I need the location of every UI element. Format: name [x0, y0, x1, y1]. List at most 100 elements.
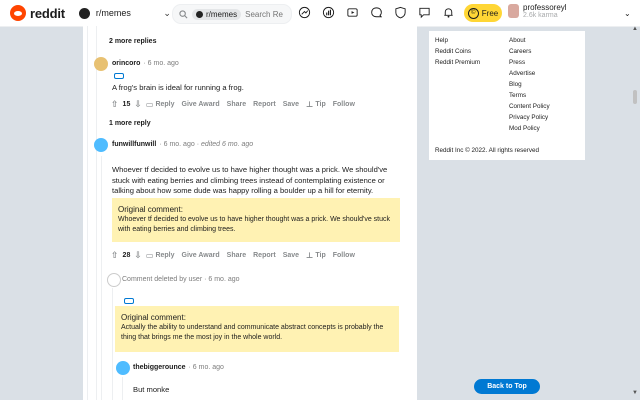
downvote-icon[interactable]: ⇩ — [134, 99, 142, 110]
video-icon[interactable] — [346, 6, 359, 19]
comment-action-bar: ⇧ 15 ⇩ ▭ Reply Give Award Share Report Sa… — [111, 99, 362, 110]
community-chip-avatar-icon — [196, 10, 203, 18]
tip-icon: ⊥ — [306, 251, 314, 260]
avatar — [107, 273, 121, 287]
thread-line[interactable] — [122, 377, 123, 400]
comment-timestamp[interactable]: 6 mo. ago — [164, 141, 195, 148]
more-replies-link[interactable]: 2 more replies — [109, 38, 156, 45]
comment-body: But monke — [133, 385, 170, 394]
footer-link-advertise[interactable]: Advertise — [509, 70, 535, 77]
coin-icon: © — [467, 7, 479, 19]
search-input[interactable] — [245, 9, 286, 19]
footer-link-about[interactable]: About — [509, 37, 525, 44]
save-button[interactable]: Save — [283, 101, 299, 108]
vote-count: 28 — [122, 252, 131, 259]
upvote-icon[interactable]: ⇧ — [111, 250, 119, 261]
message-icon[interactable] — [418, 6, 431, 19]
karma-count: 2.6k karma — [523, 12, 558, 19]
deleted-comment-label: Comment deleted by user — [122, 276, 203, 283]
footer-link-mod-policy[interactable]: Mod Policy — [509, 125, 540, 132]
more-replies-link[interactable]: 1 more reply — [109, 120, 151, 127]
award-badge-icon — [124, 298, 134, 304]
save-button[interactable]: Save — [283, 252, 299, 259]
downvote-icon[interactable]: ⇩ — [134, 250, 142, 261]
quote-text: Actually the ability to understand and c… — [121, 324, 384, 341]
comment-author[interactable]: orincoro — [112, 60, 140, 67]
comment-timestamp[interactable]: 6 mo. ago — [208, 276, 239, 283]
free-coins-button[interactable]: © Free — [464, 4, 502, 22]
user-avatar — [508, 4, 519, 18]
report-button[interactable]: Report — [253, 101, 276, 108]
footer-link-blog[interactable]: Blog — [509, 81, 522, 88]
community-avatar-icon — [78, 7, 90, 19]
reply-icon: ▭ — [145, 251, 154, 260]
comment-header: funwillfunwill · 6 mo. ago · edited 6 mo… — [112, 141, 254, 148]
footer-link-careers[interactable]: Careers — [509, 48, 531, 55]
user-menu-chevron-down-icon[interactable]: ⌄ — [624, 9, 631, 18]
search-community-chip[interactable]: r/memes — [192, 8, 242, 20]
reply-button[interactable]: ▭ Reply — [146, 100, 175, 109]
footer-link-reddit-coins[interactable]: Reddit Coins — [435, 48, 471, 55]
avatar[interactable] — [94, 138, 108, 152]
comment-body: A frog's brain is ideal for running a fr… — [112, 83, 244, 92]
all-icon[interactable] — [322, 6, 335, 19]
username: professoreyl — [523, 3, 567, 12]
report-button[interactable]: Report — [253, 252, 276, 259]
comment-body: Whoever tf decided to evolve us to have … — [112, 165, 388, 195]
footer-link-help[interactable]: Help — [435, 37, 448, 44]
chat-icon[interactable] — [370, 6, 383, 19]
back-to-top-button[interactable]: Back to Top — [474, 379, 540, 394]
user-menu[interactable]: professoreyl 2.6k karma — [508, 3, 567, 19]
chevron-down-icon: ⌄ — [163, 7, 171, 18]
comment-header: thebiggerounce · 6 mo. ago — [133, 364, 224, 371]
comment-timestamp[interactable]: 6 mo. ago — [148, 60, 179, 67]
footer-link-terms[interactable]: Terms — [509, 92, 526, 99]
search-bar[interactable]: r/memes — [172, 4, 292, 24]
comment-author[interactable]: thebiggerounce — [133, 364, 186, 371]
reddit-logo[interactable]: reddit — [10, 5, 65, 21]
tip-button[interactable]: ⊥ Tip — [306, 251, 326, 260]
tip-button[interactable]: ⊥ Tip — [306, 100, 326, 109]
comment-header: Comment deleted by user · 6 mo. ago — [122, 276, 240, 283]
comment-author[interactable]: funwillfunwill — [112, 141, 156, 148]
scroll-up-arrow-icon[interactable]: ▲ — [632, 26, 638, 32]
upvote-icon[interactable]: ⇧ — [111, 99, 119, 110]
reply-icon: ▭ — [145, 100, 154, 109]
avatar[interactable] — [94, 57, 108, 71]
footer-link-press[interactable]: Press — [509, 59, 525, 66]
original-comment-quote: Original comment: Actually the ability t… — [115, 306, 399, 352]
notification-bell-icon[interactable] — [442, 6, 455, 19]
give-award-button[interactable]: Give Award — [182, 101, 220, 108]
thread-line[interactable] — [96, 26, 97, 400]
community-name: r/memes — [95, 8, 131, 18]
comment-timestamp[interactable]: 6 mo. ago — [193, 364, 224, 371]
scrollbar-thumb[interactable] — [633, 90, 637, 104]
footer-link-reddit-premium[interactable]: Reddit Premium — [435, 59, 480, 66]
popular-icon[interactable] — [298, 6, 311, 19]
footer-link-content-policy[interactable]: Content Policy — [509, 103, 550, 110]
comment-header: orincoro · 6 mo. ago — [112, 60, 179, 67]
vote-count: 15 — [122, 101, 131, 108]
award-badge-icon — [114, 73, 124, 79]
follow-button[interactable]: Follow — [333, 101, 355, 108]
thread-line[interactable] — [101, 156, 102, 400]
sidebar-footer: Help Reddit Coins Reddit Premium About C… — [429, 31, 585, 160]
original-comment-quote: Original comment: Whoever tf decided to … — [112, 198, 400, 242]
edited-label: edited 6 mo. ago — [200, 141, 254, 148]
quote-title: Original comment: — [118, 205, 183, 214]
thread-line[interactable] — [112, 288, 113, 400]
scroll-down-arrow-icon[interactable]: ▼ — [632, 390, 638, 396]
community-switcher[interactable]: r/memes ⌄ — [78, 7, 171, 19]
comment-action-bar: ⇧ 28 ⇩ ▭ Reply Give Award Share Report Sa… — [111, 250, 362, 261]
thread-line[interactable] — [87, 26, 88, 400]
share-button[interactable]: Share — [227, 101, 246, 108]
follow-button[interactable]: Follow — [333, 252, 355, 259]
share-button[interactable]: Share — [227, 252, 246, 259]
search-chip-label: r/memes — [206, 9, 238, 19]
footer-link-privacy-policy[interactable]: Privacy Policy — [509, 114, 548, 121]
reddit-logo-icon — [10, 5, 26, 21]
reply-button[interactable]: ▭ Reply — [146, 251, 175, 260]
mod-shield-icon[interactable] — [394, 6, 407, 19]
give-award-button[interactable]: Give Award — [182, 252, 220, 259]
avatar[interactable] — [116, 361, 130, 375]
